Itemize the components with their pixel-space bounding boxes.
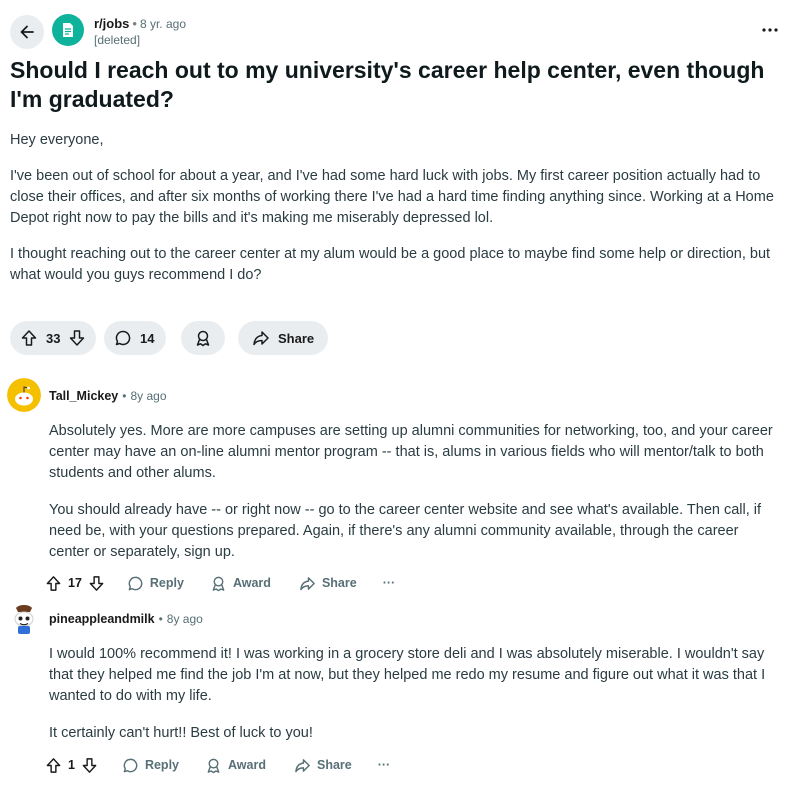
reply-button[interactable]: Reply <box>122 757 179 774</box>
speech-bubble-icon <box>123 758 138 772</box>
reply-button[interactable]: Reply <box>127 575 184 592</box>
comment-age: • 8y ago <box>122 389 167 403</box>
comment-paragraph: I would 100% recommend it! I was working… <box>49 646 766 704</box>
post-author: [deleted] <box>94 33 141 47</box>
downvote-icon[interactable] <box>68 329 86 347</box>
upvote-icon[interactable] <box>20 329 38 347</box>
share-button[interactable]: Share <box>294 757 352 774</box>
snoo-avatar-icon <box>7 378 41 412</box>
award-label: Award <box>228 758 266 772</box>
back-button[interactable] <box>10 15 44 49</box>
separator-dot: • <box>132 16 137 31</box>
post-paragraph: I've been out of school for about a year… <box>10 168 774 226</box>
award-button[interactable]: Award <box>205 757 266 774</box>
comment-meta: pineappleandmilk • 8y ago <box>49 612 203 626</box>
document-icon <box>63 23 73 37</box>
award-icon <box>207 758 220 773</box>
comment-vote-group: 1 <box>45 757 98 774</box>
comment-vote-count: 1 <box>68 758 75 772</box>
reply-label: Reply <box>144 758 179 772</box>
post-award-button[interactable] <box>181 321 225 355</box>
comment-more-button[interactable]: ··· <box>383 576 396 590</box>
share-label: Share <box>316 758 352 772</box>
reply-label: Reply <box>149 576 184 590</box>
share-arrow-icon <box>295 758 310 772</box>
comment-body: I would 100% recommend it! I was working… <box>49 644 779 760</box>
post-more-button[interactable] <box>758 20 782 40</box>
downvote-icon[interactable] <box>81 757 98 774</box>
comment-body: Absolutely yes. More are more campuses a… <box>49 421 779 579</box>
ellipsis-icon: ··· <box>377 758 391 772</box>
post-title: Should I reach out to my university's ca… <box>10 57 765 112</box>
speech-bubble-icon <box>115 330 131 346</box>
ellipsis-icon: ··· <box>382 576 396 590</box>
downvote-icon[interactable] <box>88 575 105 592</box>
comment-more-button[interactable]: ··· <box>378 758 391 772</box>
post-age: 8 yr. ago <box>139 17 186 31</box>
award-icon <box>212 576 225 591</box>
avatar[interactable] <box>7 378 41 412</box>
subreddit-icon[interactable] <box>52 14 84 46</box>
share-button[interactable]: Share <box>299 575 357 592</box>
comment-username[interactable]: pineappleandmilk <box>49 612 155 626</box>
award-label: Award <box>232 576 271 590</box>
ellipsis-icon <box>762 28 778 32</box>
avatar[interactable] <box>7 601 41 635</box>
comment-meta: Tall_Mickey • 8y ago <box>49 389 167 403</box>
comment-actions: 1 Reply Award Share ··· <box>45 754 390 776</box>
subreddit-meta: r/jobs • 8 yr. ago <box>94 16 186 31</box>
comment-vote-group: 17 <box>45 575 105 592</box>
subreddit-name[interactable]: r/jobs <box>94 16 129 31</box>
post-comment-count: 14 <box>140 330 155 346</box>
comment-paragraph: Absolutely yes. More are more campuses a… <box>49 423 773 481</box>
post-vote-count: 33 <box>46 330 61 346</box>
upvote-icon[interactable] <box>45 575 62 592</box>
share-label: Share <box>321 576 357 590</box>
comment-actions: 17 Reply Award Share ··· <box>45 572 395 594</box>
upvote-icon[interactable] <box>45 757 62 774</box>
post-paragraph: Hey everyone, <box>10 132 104 148</box>
share-arrow-icon <box>253 331 269 346</box>
snoo-avatar-icon <box>7 601 41 635</box>
comment-username[interactable]: Tall_Mickey <box>49 389 118 403</box>
post-vote-pill: 33 <box>10 321 97 355</box>
post-body: Hey everyone, I've been out of school fo… <box>10 130 780 301</box>
comment-paragraph: It certainly can't hurt!! Best of luck t… <box>49 725 313 741</box>
speech-bubble-icon <box>128 576 143 590</box>
comment-paragraph: You should already have -- or right now … <box>49 502 762 560</box>
award-icon <box>196 330 210 347</box>
post-share-label: Share <box>278 330 315 346</box>
post-share-button[interactable]: Share <box>238 321 329 355</box>
arrow-left-icon <box>20 25 34 39</box>
comment-age: • 8y ago <box>158 612 203 626</box>
post-paragraph: I thought reaching out to the career cen… <box>10 246 771 283</box>
award-button[interactable]: Award <box>210 575 271 592</box>
post-comments-button[interactable]: 14 <box>104 321 167 355</box>
comment-vote-count: 17 <box>68 576 82 590</box>
share-arrow-icon <box>300 576 315 590</box>
